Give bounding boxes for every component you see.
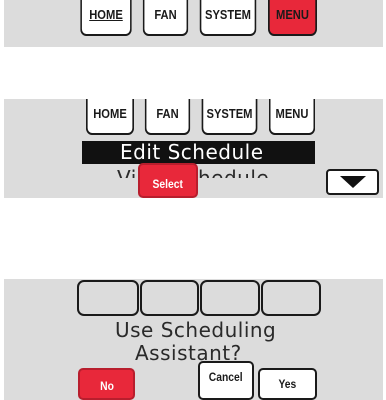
menu-item-edit-schedule[interactable]: Edit Schedule <box>120 140 264 164</box>
tab-system-label: SYSTEM <box>206 106 253 121</box>
no-button-label: No <box>99 379 114 393</box>
blank-tab-2 <box>140 280 199 316</box>
cancel-button[interactable]: Cancel <box>198 361 254 400</box>
select-button[interactable]: Select <box>138 163 198 198</box>
tab-fan-label: FAN <box>154 7 177 22</box>
yes-button-label: Yes <box>278 377 297 391</box>
select-button-label: Select <box>152 177 184 191</box>
yes-button[interactable]: Yes <box>258 368 317 400</box>
tab-menu-label: MENU <box>275 106 309 121</box>
tab-menu[interactable]: MENU <box>268 99 316 135</box>
tab-fan-label: FAN <box>156 106 179 121</box>
tab-home-label: HOME <box>93 106 127 121</box>
tab-system[interactable]: SYSTEM <box>201 99 258 135</box>
blank-tab-3 <box>200 280 260 316</box>
tab-home[interactable]: HOME <box>85 99 135 135</box>
cancel-button-label: Cancel <box>209 370 243 384</box>
tab-fan[interactable]: FAN <box>142 0 189 36</box>
tab-system[interactable]: SYSTEM <box>199 0 257 36</box>
tab-fan[interactable]: FAN <box>144 99 191 135</box>
tab-home-label: HOME <box>89 7 123 22</box>
tab-menu[interactable]: MENU <box>267 0 318 36</box>
down-arrow-icon <box>339 176 366 188</box>
tab-system-label: SYSTEM <box>205 7 251 22</box>
blank-tab-1 <box>77 280 139 316</box>
no-button[interactable]: No <box>78 368 135 400</box>
thermostat-screen-menu-tab: HOME FAN SYSTEM MENU <box>4 0 383 47</box>
tab-menu-label: MENU <box>276 7 309 22</box>
prompt-line-1: Use Scheduling <box>115 318 277 342</box>
tab-home[interactable]: HOME <box>80 0 132 36</box>
scroll-down-button[interactable] <box>326 169 379 195</box>
menu-item-view-schedule-clip: View Schedule <box>82 166 315 178</box>
blank-tab-4 <box>261 280 321 316</box>
